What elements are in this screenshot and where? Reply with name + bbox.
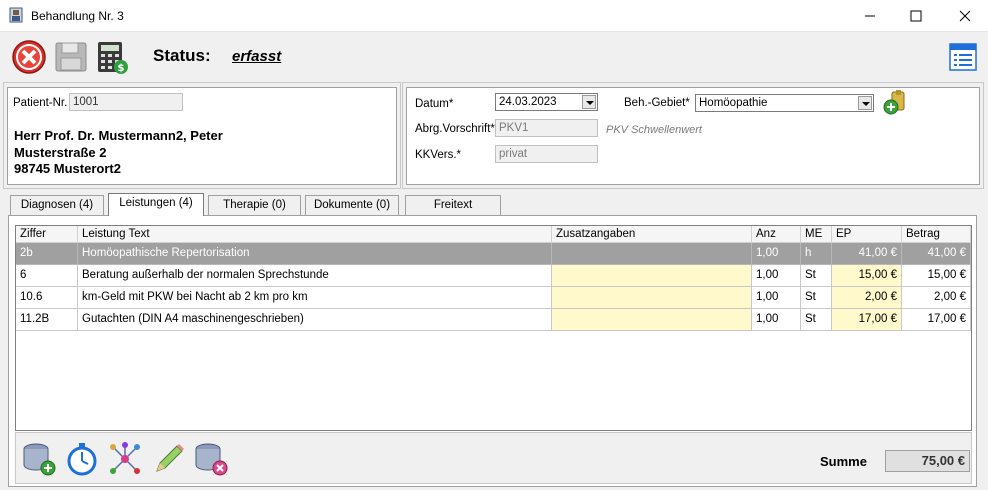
patient-street: Musterstraße 2 <box>14 145 107 160</box>
close-icon <box>959 10 971 22</box>
stopwatch-icon[interactable] <box>64 441 100 477</box>
abrg-hint: PKV Schwellenwert <box>606 124 702 136</box>
cell-ep[interactable]: 2,00 € <box>832 287 902 309</box>
cell-zusatz[interactable] <box>552 265 752 287</box>
status-label: Status: <box>153 46 211 65</box>
cell-ziffer[interactable]: 10.6 <box>16 287 78 309</box>
cell-betrag[interactable]: 15,00 € <box>902 265 971 287</box>
add-area-icon[interactable] <box>882 90 908 116</box>
datum-date-picker[interactable]: 24.03.2023 <box>495 93 598 111</box>
gebiet-label: Beh.-Gebiet* <box>624 97 690 109</box>
svg-text:$: $ <box>118 63 125 74</box>
title-bar: Behandlung Nr. 3 <box>0 0 988 32</box>
network-icon[interactable] <box>107 441 143 477</box>
table-row[interactable]: 6 Beratung außerhalb der normalen Sprech… <box>16 265 971 287</box>
kkvers-field: privat <box>495 145 598 163</box>
patient-nr-field[interactable]: 1001 <box>69 93 183 111</box>
abrg-label: Abrg.Vorschrift* <box>415 123 495 135</box>
column-header[interactable]: Anz <box>752 226 801 243</box>
cell-anz[interactable]: 1,00 <box>752 309 801 331</box>
column-header[interactable]: Ziffer <box>16 226 78 243</box>
column-header[interactable]: EP <box>832 226 902 243</box>
cell-text[interactable]: Beratung außerhalb der normalen Sprechst… <box>78 265 552 287</box>
cell-text[interactable]: km-Geld mit PKW bei Nacht ab 2 km pro km <box>78 287 552 309</box>
cell-me[interactable]: h <box>801 243 832 265</box>
gebiet-select[interactable]: Homöopathie <box>695 94 874 112</box>
minimize-icon <box>865 15 875 17</box>
cell-ep[interactable]: 41,00 € <box>832 243 902 265</box>
cancel-icon[interactable] <box>11 39 47 75</box>
database-add-icon[interactable] <box>21 441 57 477</box>
cell-betrag[interactable]: 41,00 € <box>902 243 971 265</box>
patient-city: 98745 Musterort2 <box>14 161 121 176</box>
column-header[interactable]: ME <box>801 226 832 243</box>
window-title: Behandlung Nr. 3 <box>31 9 124 23</box>
patient-box: Patient-Nr. 1001 Herr Prof. Dr. Musterma… <box>7 87 397 185</box>
cell-anz[interactable]: 1,00 <box>752 243 801 265</box>
cell-ep[interactable]: 15,00 € <box>832 265 902 287</box>
database-delete-icon[interactable] <box>193 441 229 477</box>
cell-ziffer[interactable]: 11.2B <box>16 309 78 331</box>
status-value: erfasst <box>232 48 282 65</box>
chevron-down-icon[interactable] <box>582 95 596 109</box>
cell-me[interactable]: St <box>801 309 832 331</box>
cell-ziffer[interactable]: 2b <box>16 243 78 265</box>
table-row[interactable]: 10.6 km-Geld mit PKW bei Nacht ab 2 km p… <box>16 287 971 309</box>
column-header[interactable]: Zusatzangaben <box>552 226 752 243</box>
tab-freitext[interactable]: Freitext <box>405 195 501 215</box>
save-icon[interactable] <box>53 39 89 75</box>
cell-ep[interactable]: 17,00 € <box>832 309 902 331</box>
gebiet-value: Homöopathie <box>699 97 768 109</box>
maximize-button[interactable] <box>893 0 939 32</box>
summe-field: 75,00 € <box>885 450 970 472</box>
pencil-icon[interactable] <box>151 441 187 477</box>
cell-zusatz[interactable] <box>552 309 752 331</box>
column-header[interactable]: Betrag <box>902 226 971 243</box>
cell-me[interactable]: St <box>801 265 832 287</box>
table-row[interactable]: 2b Homöopathische Repertorisation 1,00 h… <box>16 243 971 265</box>
cell-betrag[interactable]: 17,00 € <box>902 309 971 331</box>
close-button[interactable] <box>942 0 988 32</box>
minimize-button[interactable] <box>847 0 893 32</box>
cell-text[interactable]: Gutachten (DIN A4 maschinengeschrieben) <box>78 309 552 331</box>
cell-anz[interactable]: 1,00 <box>752 287 801 309</box>
tab-diagnosen[interactable]: Diagnosen (4) <box>10 195 104 215</box>
summe-label: Summe <box>820 454 867 469</box>
cell-anz[interactable]: 1,00 <box>752 265 801 287</box>
column-header[interactable]: Leistung Text <box>78 226 552 243</box>
cell-me[interactable]: St <box>801 287 832 309</box>
toolbar: $ Status: erfasst <box>0 33 988 80</box>
cell-text[interactable]: Homöopathische Repertorisation <box>78 243 552 265</box>
chevron-down-icon[interactable] <box>858 96 872 110</box>
datum-value: 24.03.2023 <box>499 96 557 108</box>
cell-betrag[interactable]: 2,00 € <box>902 287 971 309</box>
app-icon <box>9 7 23 23</box>
cell-ziffer[interactable]: 6 <box>16 265 78 287</box>
abrg-field: PKV1 <box>495 119 598 137</box>
leistungen-table: Ziffer Leistung Text Zusatzangaben Anz M… <box>15 225 972 431</box>
cell-zusatz[interactable] <box>552 243 752 265</box>
patient-nr-label: Patient-Nr. <box>13 97 68 109</box>
details-box: Datum* 24.03.2023 Beh.-Gebiet* Homöopath… <box>406 87 980 185</box>
kkvers-label: KKVers.* <box>415 149 462 161</box>
calculator-icon[interactable]: $ <box>94 39 130 75</box>
cell-zusatz[interactable] <box>552 287 752 309</box>
patient-name: Herr Prof. Dr. Mustermann2, Peter <box>14 128 223 143</box>
list-view-icon[interactable] <box>948 42 978 72</box>
tab-leistungen[interactable]: Leistungen (4) <box>108 193 204 216</box>
tab-dokumente[interactable]: Dokumente (0) <box>305 195 399 215</box>
datum-label: Datum* <box>415 98 454 110</box>
table-row[interactable]: 11.2B Gutachten (DIN A4 maschinengeschri… <box>16 309 971 331</box>
tab-therapie[interactable]: Therapie (0) <box>208 195 301 215</box>
maximize-icon <box>910 10 922 22</box>
